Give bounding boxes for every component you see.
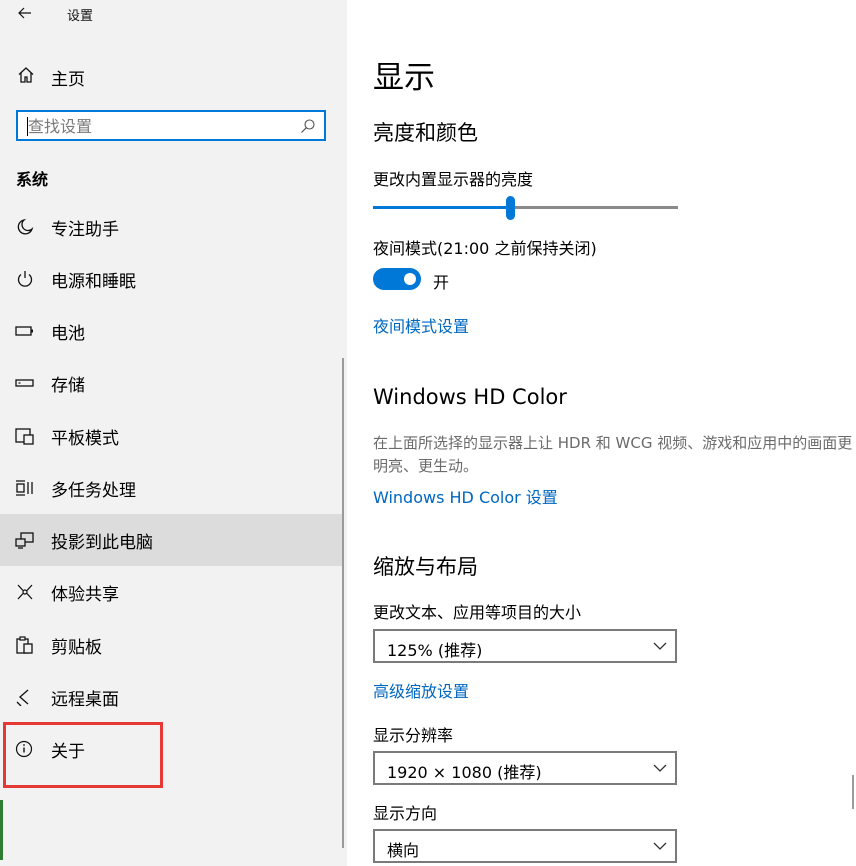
brightness-heading: 亮度和颜色 xyxy=(373,121,478,145)
moon-icon xyxy=(17,218,34,235)
resolution-dropdown[interactable]: 1920 × 1080 (推荐) xyxy=(373,751,677,785)
toggle-knob xyxy=(404,273,416,285)
resolution-label: 显示分辨率 xyxy=(373,726,454,745)
resolution-value: 1920 × 1080 (推荐) xyxy=(387,763,542,782)
orientation-dropdown[interactable]: 横向 xyxy=(373,829,677,863)
projecting-icon xyxy=(15,532,34,549)
battery-icon xyxy=(15,326,33,336)
advanced-scaling-link[interactable]: 高级缩放设置 xyxy=(373,678,469,702)
scale-layout-heading: 缩放与布局 xyxy=(373,555,478,579)
scale-label: 更改文本、应用等项目的大小 xyxy=(373,603,582,622)
scale-value: 125% (推荐) xyxy=(387,641,483,660)
sidebar-item-projecting[interactable]: 投影到此电脑 xyxy=(0,514,343,566)
night-light-state: 开 xyxy=(433,273,450,292)
window-edge-mark xyxy=(0,800,3,860)
remote-desktop-icon xyxy=(16,689,29,706)
sidebar-item-tablet-mode[interactable]: 平板模式 xyxy=(0,410,343,462)
chevron-down-icon xyxy=(653,642,667,650)
night-light-toggle[interactable] xyxy=(373,268,421,290)
power-icon xyxy=(17,271,33,287)
hdr-heading: Windows HD Color xyxy=(373,385,567,409)
brightness-slider-label: 更改内置显示器的亮度 xyxy=(373,170,534,189)
search-box[interactable] xyxy=(16,110,326,141)
sidebar-item-storage[interactable]: 存储 xyxy=(0,357,343,409)
back-arrow-icon xyxy=(18,7,31,19)
scale-dropdown[interactable]: 125% (推荐) xyxy=(373,629,677,663)
sidebar-item-label: 平板模式 xyxy=(51,429,119,449)
sidebar-item-power-sleep[interactable]: 电源和睡眠 xyxy=(0,253,343,305)
sidebar-item-label: 专注助手 xyxy=(51,220,119,240)
hdr-settings-link[interactable]: Windows HD Color 设置 xyxy=(373,484,558,508)
back-button[interactable] xyxy=(12,0,38,26)
section-title: 系统 xyxy=(16,170,49,189)
page-title: 显示 xyxy=(373,60,435,96)
shared-experiences-icon xyxy=(17,584,33,600)
sidebar-item-battery[interactable]: 电池 xyxy=(0,305,343,357)
storage-icon xyxy=(15,379,34,387)
sidebar-item-label: 存储 xyxy=(51,376,85,396)
search-icon[interactable] xyxy=(300,118,316,134)
night-light-label: 夜间模式(21:00 之前保持关闭) xyxy=(373,239,597,258)
sidebar-item-remote-desktop[interactable]: 远程桌面 xyxy=(0,671,343,723)
sidebar-item-shared-experiences[interactable]: 体验共享 xyxy=(0,566,343,618)
search-input[interactable] xyxy=(28,115,288,137)
window-title: 设置 xyxy=(67,9,94,24)
slider-thumb[interactable] xyxy=(506,196,515,220)
sidebar-item-label: 投影到此电脑 xyxy=(51,533,153,553)
sidebar-item-label: 多任务处理 xyxy=(51,481,136,501)
sidebar-item-label: 体验共享 xyxy=(51,585,119,605)
sidebar-item-label: 电池 xyxy=(51,324,85,344)
slider-fill xyxy=(373,206,510,209)
orientation-value: 横向 xyxy=(387,841,420,860)
sidebar: 设置 主页 系统 专注助手 电源和睡眠 电池 存储 平板模式 多任务处理 投影到… xyxy=(0,0,347,866)
sidebar-item-focus-assist[interactable]: 专注助手 xyxy=(0,201,343,253)
main-scrollbar[interactable] xyxy=(852,775,854,809)
title-bar: 设置 xyxy=(0,0,347,28)
tablet-mode-icon xyxy=(15,428,34,445)
chevron-down-icon xyxy=(653,764,667,772)
night-light-settings-link[interactable]: 夜间模式设置 xyxy=(373,313,469,337)
sidebar-item-label: 剪贴板 xyxy=(51,638,102,658)
sidebar-item-label: 远程桌面 xyxy=(51,690,119,710)
clipboard-icon xyxy=(16,636,33,654)
home-icon xyxy=(18,67,34,83)
main-content: 显示 亮度和颜色 更改内置显示器的亮度 夜间模式(21:00 之前保持关闭) 开… xyxy=(347,0,856,866)
sidebar-item-clipboard[interactable]: 剪贴板 xyxy=(0,619,343,671)
chevron-down-icon xyxy=(653,842,667,850)
brightness-slider[interactable] xyxy=(373,196,678,220)
sidebar-item-multitasking[interactable]: 多任务处理 xyxy=(0,462,343,514)
multitasking-icon xyxy=(16,480,33,496)
hdr-description: 在上面所选择的显示器上让 HDR 和 WCG 视频、游戏和应用中的画面更明亮、更… xyxy=(373,434,853,475)
highlight-annotation-box xyxy=(3,722,163,788)
orientation-label: 显示方向 xyxy=(373,804,438,823)
home-label: 主页 xyxy=(51,70,85,90)
sidebar-scrollbar[interactable] xyxy=(342,358,344,848)
sidebar-item-label: 电源和睡眠 xyxy=(51,272,136,292)
sidebar-item-home[interactable]: 主页 xyxy=(0,56,347,94)
